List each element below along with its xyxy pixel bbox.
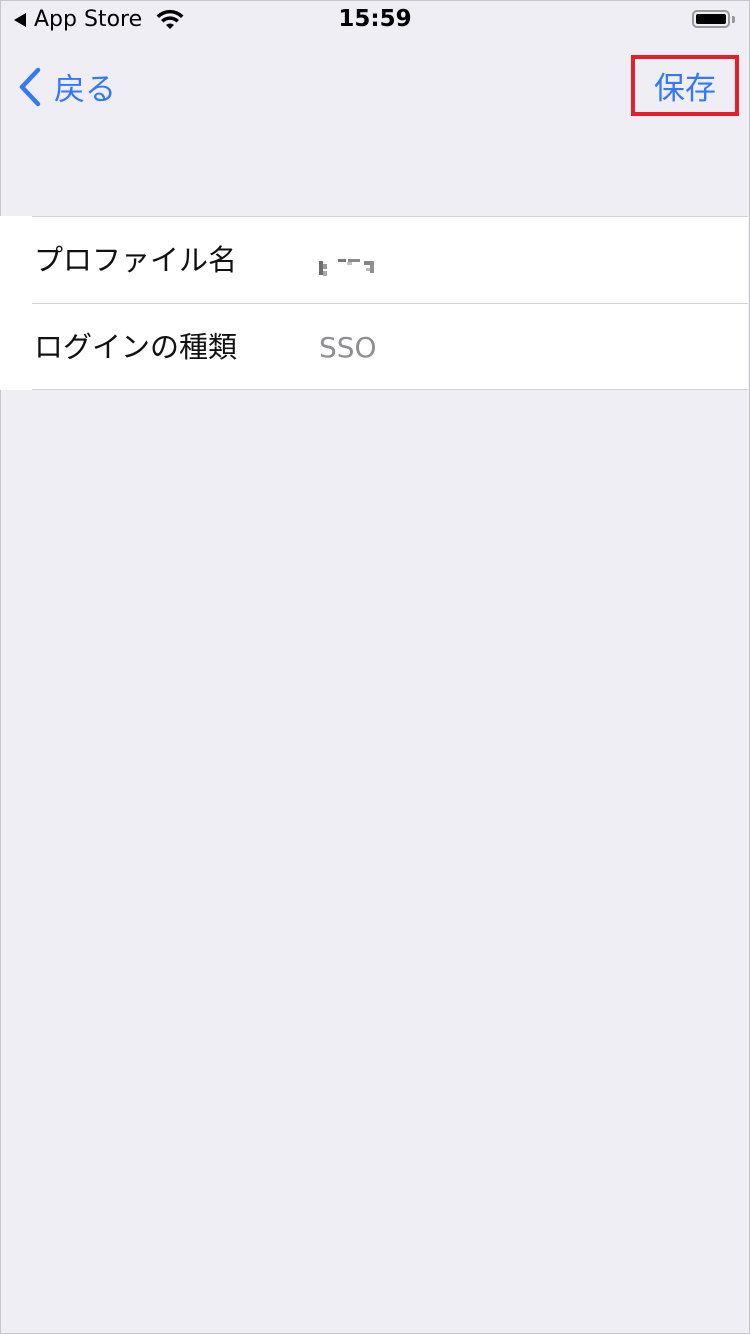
back-button[interactable]: 戻る [18,64,116,109]
clock: 15:59 [338,6,412,32]
save-highlight-box [631,55,739,116]
status-bar: App Store 15:59 [0,0,750,40]
battery-icon [692,8,736,30]
back-label: 戻る [54,72,116,108]
profile-name-label: プロファイル名 [34,243,238,277]
profile-name-row[interactable]: プロファイル名 [32,216,748,303]
login-type-row[interactable]: ログインの種類 SSO [32,303,748,390]
login-type-value: SSO [319,331,377,364]
login-type-label: ログインの種類 [34,330,238,364]
screen-border [0,0,750,1334]
chevron-left-icon [19,67,41,106]
profile-name-value-masked [319,259,383,279]
profile-form: プロファイル名 ログインの種類 SSO [0,216,748,390]
